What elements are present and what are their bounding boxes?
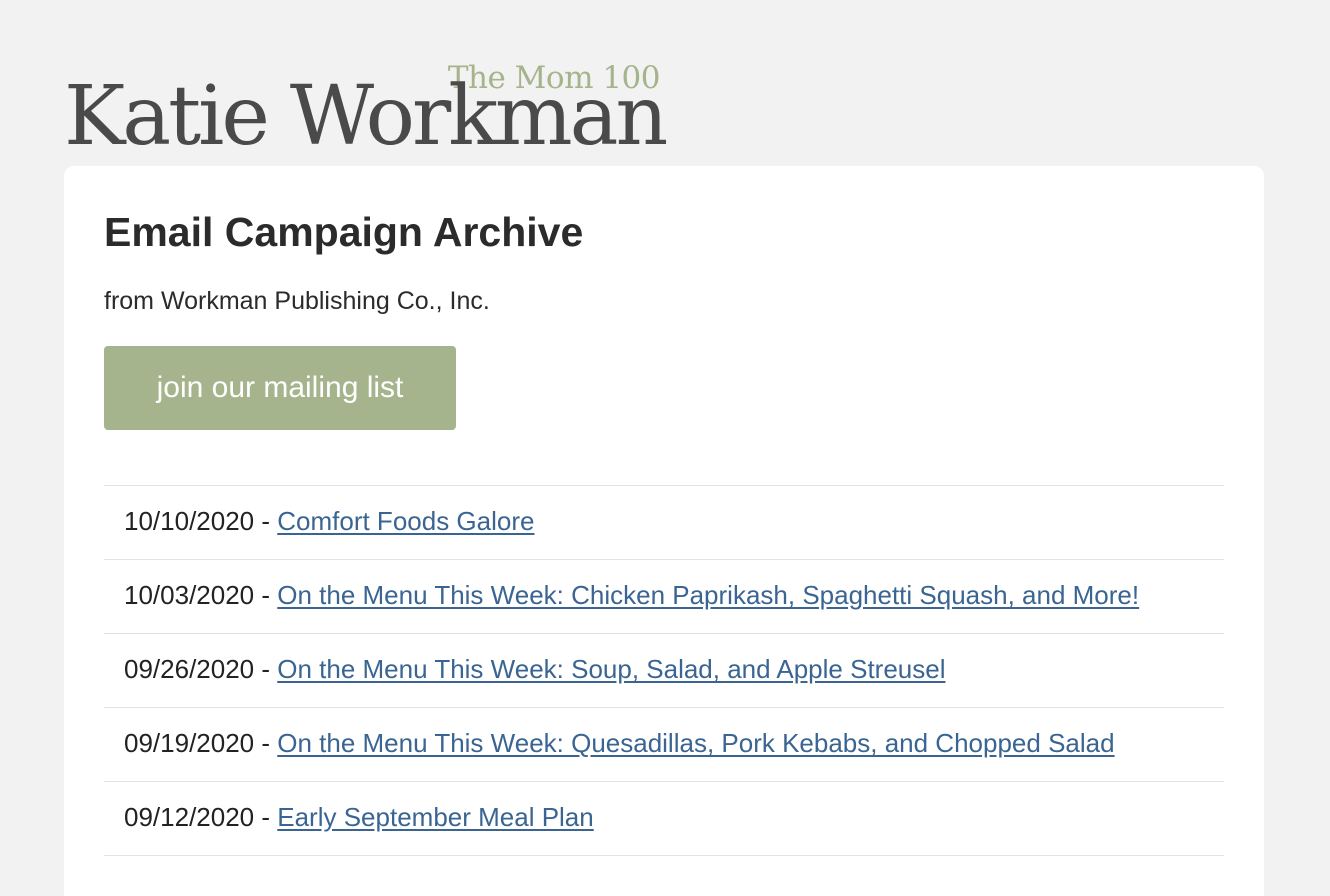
campaign-link[interactable]: Early September Meal Plan [277, 802, 593, 832]
campaign-list-item: 10/10/2020 - Comfort Foods Galore [104, 486, 1224, 560]
campaign-list-item: 09/19/2020 - On the Menu This Week: Ques… [104, 708, 1224, 782]
campaign-link[interactable]: On the Menu This Week: Chicken Paprikash… [277, 580, 1139, 610]
page-title: Email Campaign Archive [104, 209, 584, 255]
campaign-separator: - [254, 580, 278, 610]
campaign-separator: - [254, 802, 278, 832]
campaign-list-item: 09/26/2020 - On the Menu This Week: Soup… [104, 634, 1224, 708]
campaign-link[interactable]: Comfort Foods Galore [277, 506, 534, 536]
archive-card: Email Campaign Archive from Workman Publ… [64, 166, 1264, 896]
join-mailing-list-button[interactable]: join our mailing list [104, 346, 456, 430]
campaign-date: 10/03/2020 [124, 580, 255, 610]
campaign-separator: - [254, 728, 278, 758]
campaign-date: 09/19/2020 [124, 728, 255, 758]
page-subtitle: from Workman Publishing Co., Inc. [104, 287, 490, 315]
logo-name: Katie Workman [64, 69, 668, 164]
campaign-date: 10/10/2020 [124, 506, 255, 536]
campaign-link[interactable]: On the Menu This Week: Soup, Salad, and … [277, 654, 945, 684]
campaign-list-item: 09/12/2020 - Early September Meal Plan [104, 782, 1224, 856]
campaign-separator: - [254, 506, 278, 536]
brand-logo[interactable]: The Mom 100 Katie Workman [64, 60, 674, 164]
campaign-date: 09/12/2020 [124, 802, 255, 832]
campaign-link[interactable]: On the Menu This Week: Quesadillas, Pork… [277, 728, 1114, 758]
campaign-list-item: 10/03/2020 - On the Menu This Week: Chic… [104, 560, 1224, 634]
campaign-date: 09/26/2020 [124, 654, 255, 684]
campaign-list: 10/10/2020 - Comfort Foods Galore 10/03/… [104, 485, 1224, 856]
page: The Mom 100 Katie Workman Email Campaign… [0, 0, 1330, 896]
campaign-separator: - [254, 654, 278, 684]
